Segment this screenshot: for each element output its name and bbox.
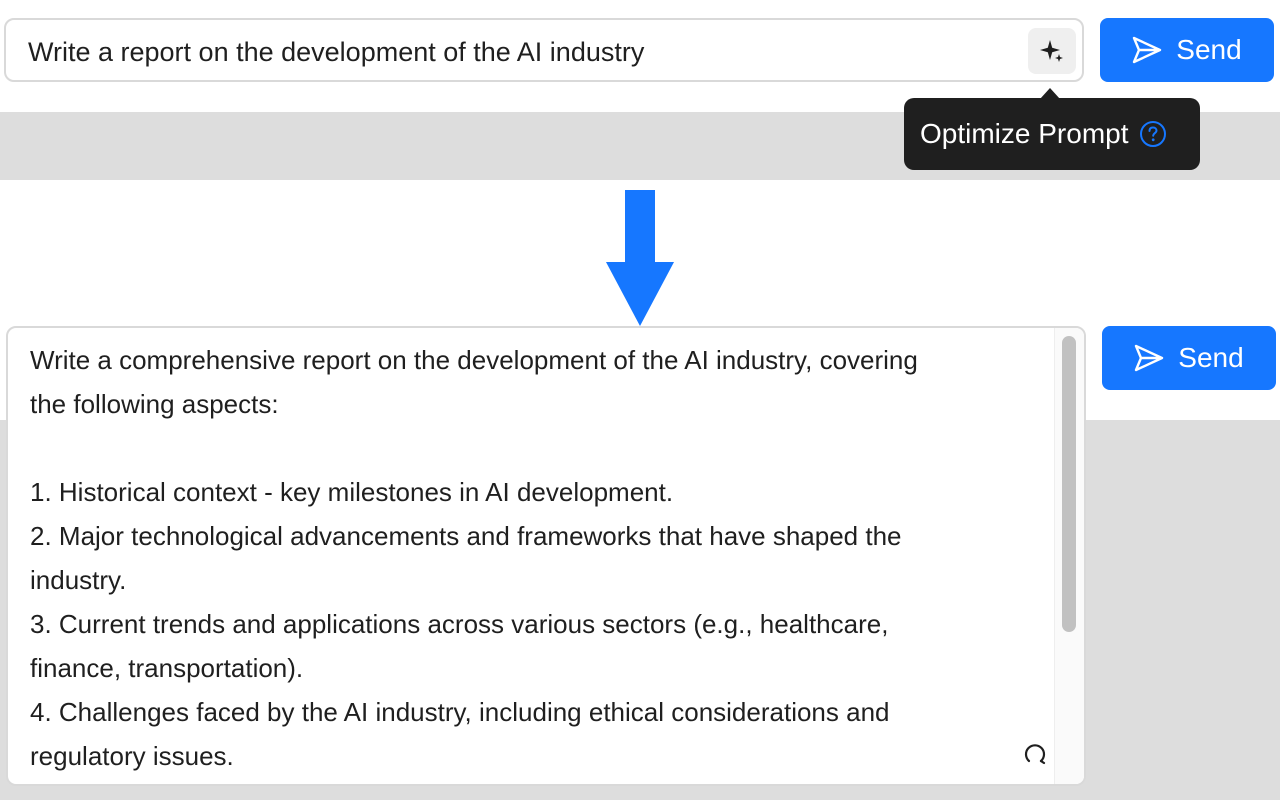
optimize-prompt-button[interactable]	[1028, 28, 1076, 74]
tooltip-label: Optimize Prompt	[920, 118, 1129, 149]
spinner-icon	[1024, 744, 1046, 765]
stage: Write a report on the development of the…	[0, 0, 1280, 800]
prompt-line-blank	[30, 426, 1040, 470]
prompt-line: 2. Major technological advancements and …	[30, 521, 902, 551]
prompt-input-text: Write a report on the development of the…	[28, 37, 645, 67]
scrollbar-thumb[interactable]	[1062, 336, 1076, 632]
scrollbar-track[interactable]	[1054, 328, 1084, 784]
prompt-line: the following aspects:	[30, 389, 279, 419]
prompt-line: finance, transportation).	[30, 653, 304, 683]
send-button-top[interactable]: Send	[1100, 18, 1274, 82]
question-circle-icon[interactable]	[1139, 120, 1167, 148]
send-button-label: Send	[1176, 34, 1242, 65]
prompt-input[interactable]: Write a report on the development of the…	[4, 18, 1084, 82]
prompt-line: Write a comprehensive report on the deve…	[30, 345, 918, 375]
send-button-label: Send	[1178, 342, 1244, 373]
send-icon	[1133, 36, 1162, 64]
prompt-line: 1. Historical context - key milestones i…	[30, 477, 674, 507]
arrow-down-icon	[606, 190, 674, 326]
optimize-prompt-tooltip: Optimize Prompt	[904, 88, 1200, 170]
send-icon	[1135, 344, 1164, 372]
prompt-line: 4. Challenges faced by the AI industry, …	[30, 697, 890, 727]
optimized-prompt-content: Write a comprehensive report on the deve…	[30, 338, 1040, 778]
send-button-bottom[interactable]: Send	[1102, 326, 1276, 390]
optimized-prompt-textarea[interactable]: Write a comprehensive report on the deve…	[6, 326, 1086, 786]
prompt-line: 3. Current trends and applications acros…	[30, 609, 889, 639]
prompt-line: industry.	[30, 565, 127, 595]
sparkle-icon	[1040, 40, 1063, 62]
prompt-line: regulatory issues.	[30, 741, 234, 771]
